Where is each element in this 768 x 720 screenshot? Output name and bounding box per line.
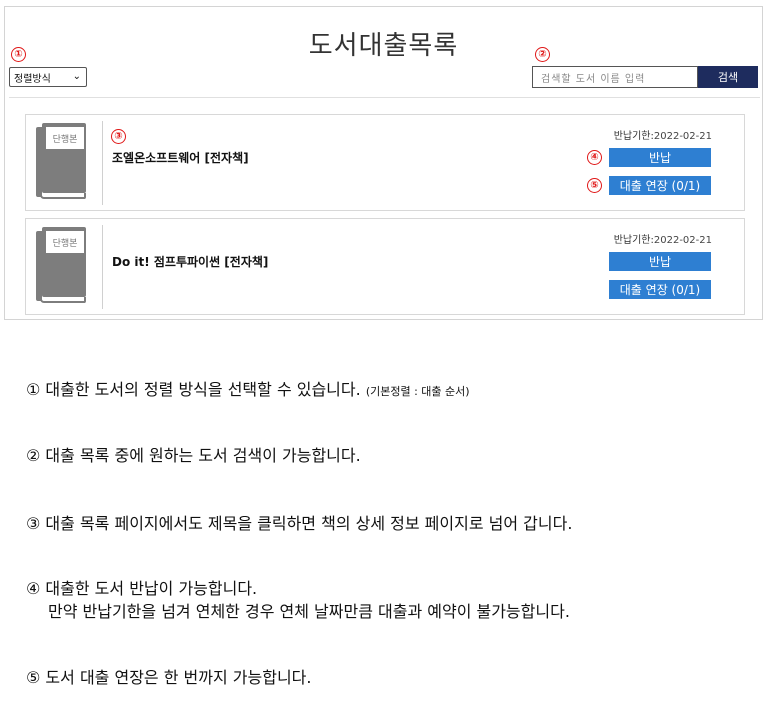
explanation-1: ① 대출한 도서의 정렬 방식을 선택할 수 있습니다. (기본정렬 : 대출 …	[26, 376, 470, 400]
chevron-down-icon: ⌄	[72, 71, 81, 82]
return-button[interactable]: 반납	[609, 148, 711, 167]
search-button[interactable]: 검색	[698, 66, 758, 88]
extend-loan-button[interactable]: 대출 연장 (0/1)	[609, 176, 711, 195]
marker-1: ①	[11, 47, 26, 62]
explanation-1-text: ① 대출한 도서의 정렬 방식을 선택할 수 있습니다.	[26, 380, 361, 399]
book-title-link[interactable]: Do it! 점프투파이썬 [전자책]	[112, 253, 268, 270]
book-title-link[interactable]: 조엘온소프트웨어 [전자책]	[112, 149, 249, 166]
search-input[interactable]: 검색할 도서 이름 입력	[532, 66, 698, 88]
return-button[interactable]: 반납	[609, 252, 711, 271]
explanation-4-line2: 만약 반납기한을 넘겨 연체한 경우 연체 날짜만큼 대출과 예약이 불가능합니…	[48, 602, 570, 621]
due-date-value: 2022-02-21	[653, 131, 712, 142]
marker-2: ②	[535, 47, 550, 62]
explanation-3: ③ 대출 목록 페이지에서도 제목을 클릭하면 책의 상세 정보 페이지로 넘어…	[26, 514, 573, 533]
page-title: 도서대출목록	[308, 31, 459, 61]
due-label: 반납기한:	[613, 235, 654, 246]
due-date-value: 2022-02-21	[653, 235, 712, 246]
marker-4: ④	[587, 150, 602, 165]
marker-5: ⑤	[587, 178, 602, 193]
sort-select[interactable]: 정렬방식 ⌄	[9, 67, 87, 87]
due-label: 반납기한:	[613, 131, 654, 142]
explanation-4-line1: ④ 대출한 도서 반납이 가능합니다.	[26, 579, 258, 598]
due-date: 반납기한:2022-02-21	[614, 127, 712, 142]
extend-loan-button[interactable]: 대출 연장 (0/1)	[609, 280, 711, 299]
explanation-1-note: (기본정렬 : 대출 순서)	[365, 385, 470, 398]
explanation-5: ⑤ 도서 대출 연장은 한 번까지 가능합니다.	[26, 668, 312, 687]
marker-3: ③	[111, 129, 126, 144]
loan-card: 단행본 ③ 조엘온소프트웨어 [전자책] 반납기한:2022-02-21 ④ 반…	[25, 114, 745, 211]
book-cover-icon: 단행본	[36, 123, 88, 203]
sort-select-label: 정렬방식	[14, 73, 51, 85]
explanation-2: ② 대출 목록 중에 원하는 도서 검색이 가능합니다.	[26, 446, 361, 465]
book-cover-label: 단행본	[46, 127, 84, 149]
card-divider	[102, 225, 103, 309]
book-cover-label: 단행본	[46, 231, 84, 253]
loan-card: 단행본 Do it! 점프투파이썬 [전자책] 반납기한:2022-02-21 …	[25, 218, 745, 315]
header-divider	[9, 97, 760, 98]
loan-list-panel: 도서대출목록 ① 정렬방식 ⌄ ② 검색할 도서 이름 입력 검색 단행본 ③ …	[4, 6, 763, 320]
due-date: 반납기한:2022-02-21	[614, 231, 712, 246]
card-divider	[102, 121, 103, 205]
book-cover-icon: 단행본	[36, 227, 88, 307]
